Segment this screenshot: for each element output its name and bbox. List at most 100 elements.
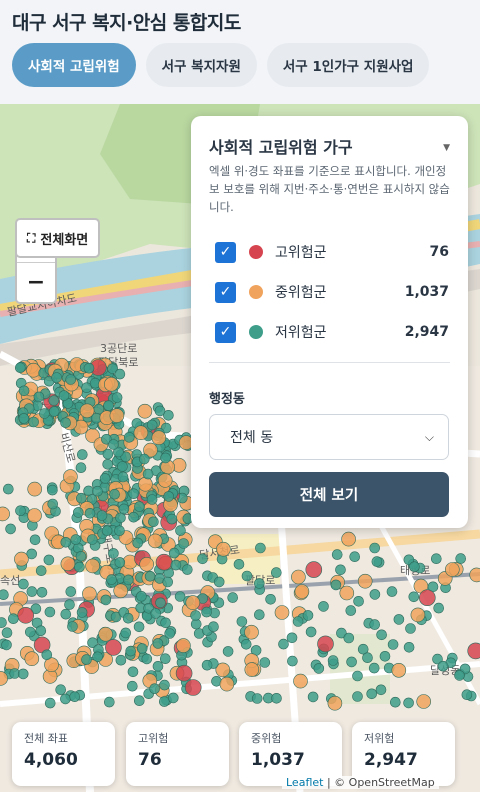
risk-marker[interactable] <box>134 501 145 512</box>
risk-marker[interactable] <box>227 592 238 603</box>
risk-marker[interactable] <box>69 691 80 703</box>
risk-marker[interactable] <box>137 403 153 419</box>
risk-marker[interactable] <box>33 391 45 403</box>
dong-select[interactable]: 전체 동 ⌵ <box>209 414 449 460</box>
risk-marker[interactable] <box>100 594 112 606</box>
risk-marker[interactable] <box>163 491 174 502</box>
risk-marker[interactable] <box>418 589 436 607</box>
risk-marker[interactable] <box>379 650 391 662</box>
risk-marker[interactable] <box>76 492 87 504</box>
risk-marker[interactable] <box>454 670 465 681</box>
risk-marker[interactable] <box>182 564 193 575</box>
risk-marker[interactable] <box>28 416 39 428</box>
risk-marker[interactable] <box>26 362 41 378</box>
risk-marker[interactable] <box>63 469 78 484</box>
risk-marker[interactable] <box>127 666 139 678</box>
risk-marker[interactable] <box>48 406 60 417</box>
risk-marker[interactable] <box>8 613 19 625</box>
legend-row-mid[interactable]: ✓ 중위험군 1,037 <box>215 280 449 304</box>
risk-marker[interactable] <box>270 567 282 578</box>
risk-marker[interactable] <box>65 586 77 597</box>
risk-marker[interactable] <box>138 476 153 492</box>
risk-marker[interactable] <box>302 610 314 621</box>
risk-marker[interactable] <box>201 606 212 618</box>
risk-marker[interactable] <box>430 553 442 565</box>
risk-marker[interactable] <box>174 591 186 602</box>
risk-marker[interactable] <box>133 425 149 441</box>
risk-marker[interactable] <box>41 649 53 661</box>
risk-marker[interactable] <box>352 670 363 682</box>
risk-marker[interactable] <box>159 679 170 691</box>
risk-marker[interactable] <box>60 536 72 548</box>
risk-marker[interactable] <box>39 408 50 419</box>
risk-marker[interactable] <box>455 553 467 564</box>
risk-marker[interactable] <box>109 408 125 423</box>
risk-marker[interactable] <box>65 374 76 385</box>
risk-marker[interactable] <box>5 523 16 535</box>
risk-marker[interactable] <box>18 385 30 397</box>
risk-marker[interactable] <box>85 558 100 574</box>
risk-marker[interactable] <box>109 488 120 500</box>
risk-marker[interactable] <box>55 684 67 696</box>
risk-marker[interactable] <box>160 617 171 629</box>
risk-marker[interactable] <box>14 362 26 374</box>
risk-marker[interactable] <box>104 696 115 708</box>
risk-marker[interactable] <box>437 660 449 672</box>
risk-marker[interactable] <box>274 605 290 620</box>
risk-marker[interactable] <box>369 589 381 600</box>
risk-marker[interactable] <box>124 431 135 443</box>
risk-marker[interactable] <box>335 564 346 576</box>
osm-link[interactable]: OpenStreetMap <box>349 776 435 789</box>
risk-marker[interactable] <box>240 638 252 650</box>
risk-marker[interactable] <box>51 372 62 383</box>
risk-marker[interactable] <box>27 508 42 523</box>
risk-marker[interactable] <box>1 639 12 651</box>
risk-marker[interactable] <box>305 626 317 638</box>
risk-marker[interactable] <box>27 481 43 497</box>
risk-marker[interactable] <box>96 510 108 521</box>
risk-marker[interactable] <box>387 639 399 650</box>
risk-marker[interactable] <box>77 449 88 460</box>
risk-marker[interactable] <box>101 525 113 537</box>
risk-marker[interactable] <box>164 628 175 639</box>
risk-marker[interactable] <box>3 483 14 495</box>
risk-marker[interactable] <box>118 503 130 515</box>
risk-marker[interactable] <box>184 679 202 696</box>
risk-marker[interactable] <box>36 586 48 598</box>
risk-marker[interactable] <box>141 653 153 665</box>
risk-marker[interactable] <box>152 660 164 672</box>
leaflet-link[interactable]: Leaflet <box>286 776 323 789</box>
show-all-button[interactable]: 전체 보기 <box>209 472 449 517</box>
risk-marker[interactable] <box>461 689 473 701</box>
risk-marker[interactable] <box>157 473 173 488</box>
risk-marker[interactable] <box>327 655 339 666</box>
risk-marker[interactable] <box>241 570 253 582</box>
risk-marker[interactable] <box>291 569 306 585</box>
risk-marker[interactable] <box>82 586 97 602</box>
risk-marker[interactable] <box>327 695 343 711</box>
risk-marker[interactable] <box>292 616 304 627</box>
risk-marker[interactable] <box>47 498 59 510</box>
collapse-caret-icon[interactable]: ▼ <box>443 143 450 153</box>
risk-marker[interactable] <box>318 601 329 612</box>
risk-marker[interactable] <box>67 621 78 632</box>
risk-marker[interactable] <box>133 621 145 633</box>
risk-marker[interactable] <box>60 417 71 429</box>
risk-marker[interactable] <box>76 607 88 618</box>
tab-welfare-resources[interactable]: 서구 복지자원 <box>145 43 257 87</box>
risk-marker[interactable] <box>146 494 158 505</box>
risk-marker[interactable] <box>98 626 113 642</box>
risk-marker[interactable] <box>60 556 76 572</box>
fullscreen-button[interactable]: ⛶ 전체화면 <box>15 218 101 258</box>
risk-marker[interactable] <box>166 513 178 525</box>
risk-marker[interactable] <box>108 439 119 450</box>
risk-marker[interactable] <box>123 574 134 586</box>
risk-marker[interactable] <box>265 593 276 605</box>
risk-marker[interactable] <box>255 542 266 554</box>
risk-marker[interactable] <box>244 662 260 677</box>
risk-marker[interactable] <box>18 578 29 590</box>
risk-marker[interactable] <box>405 623 416 634</box>
risk-marker[interactable] <box>35 625 47 637</box>
risk-marker[interactable] <box>362 652 373 664</box>
checkbox-low[interactable]: ✓ <box>215 321 236 343</box>
